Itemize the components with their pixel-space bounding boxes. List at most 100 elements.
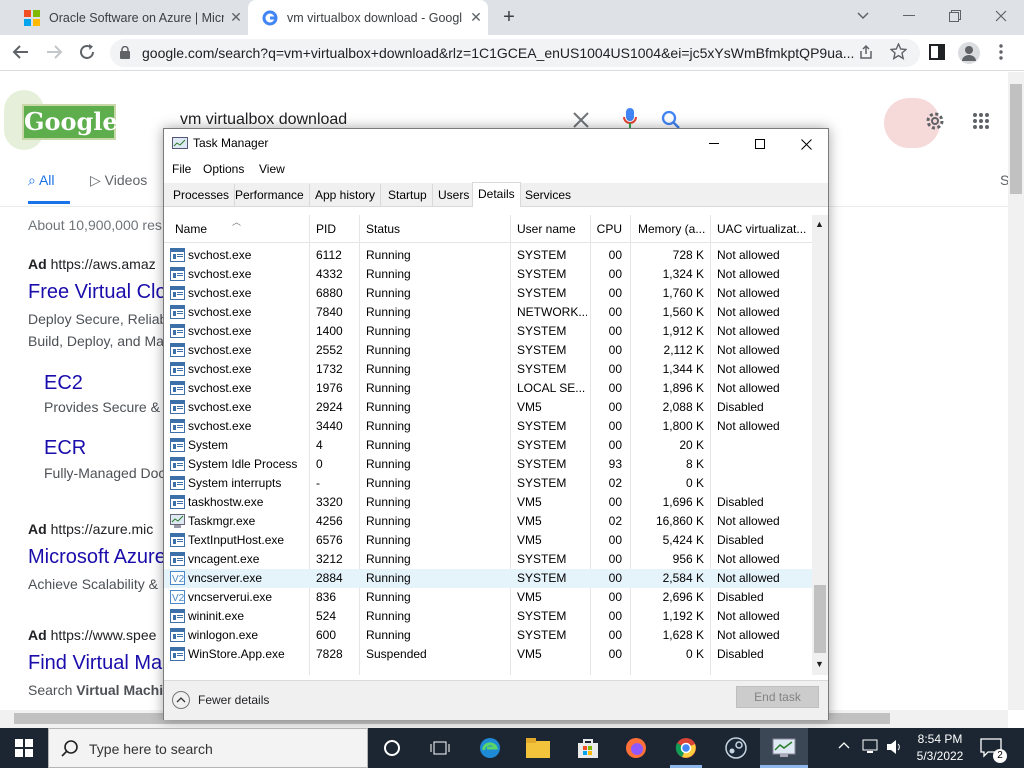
- fewer-details-link[interactable]: Fewer details: [198, 693, 269, 707]
- close-tab-icon[interactable]: ✕: [464, 9, 488, 26]
- col-header-cpu[interactable]: CPU: [592, 215, 622, 243]
- lock-icon[interactable]: [120, 46, 130, 59]
- tm-close-icon[interactable]: [783, 129, 829, 159]
- nav-tab-videos[interactable]: ▷ Videos: [90, 172, 147, 189]
- network-icon[interactable]: [862, 739, 880, 755]
- result-title[interactable]: Free Virtual Clo: [28, 281, 167, 304]
- col-header-uac[interactable]: UAC virtualizat...: [717, 215, 812, 243]
- table-row[interactable]: svchost.exe 7840 Running NETWORK... 00 1,560 …: [164, 303, 812, 322]
- table-row[interactable]: wininit.exe 524 Running SYSTEM 00 1,192 K Not …: [164, 607, 812, 626]
- table-row[interactable]: svchost.exe 2924 Running VM5 00 2,088 K Disabl…: [164, 398, 812, 417]
- search-icon[interactable]: [661, 110, 681, 130]
- menu-view[interactable]: View: [259, 162, 285, 176]
- tab-search-icon[interactable]: [840, 0, 886, 32]
- menu-options[interactable]: Options: [203, 162, 244, 176]
- tab-performance[interactable]: Performance: [230, 184, 310, 206]
- table-row[interactable]: System Idle Process 0 Running SYSTEM 93 8 K: [164, 455, 812, 474]
- clock-time[interactable]: 8:54 PM: [916, 732, 964, 746]
- table-row[interactable]: svchost.exe 6112 Running SYSTEM 00 728 K Not a…: [164, 246, 812, 265]
- reload-icon[interactable]: [78, 43, 96, 61]
- cortana-icon[interactable]: [368, 728, 416, 768]
- task-view-icon[interactable]: [416, 728, 464, 768]
- table-row[interactable]: Taskmgr.exe 4256 Running VM5 02 16,860 K Not a…: [164, 512, 812, 531]
- taskbar-task-manager-icon[interactable]: [760, 728, 808, 768]
- tab-processes[interactable]: Processes: [168, 184, 236, 206]
- microsoft-store-icon[interactable]: [564, 728, 612, 768]
- table-row[interactable]: svchost.exe 4332 Running SYSTEM 00 1,324 K Not…: [164, 265, 812, 284]
- tm-minimize-icon[interactable]: [691, 129, 737, 159]
- table-row[interactable]: vncagent.exe 3212 Running SYSTEM 00 956 K Not …: [164, 550, 812, 569]
- collapse-chevron-icon[interactable]: [172, 691, 190, 709]
- col-header-status[interactable]: Status: [366, 215, 506, 243]
- back-icon[interactable]: [12, 43, 30, 61]
- page-scrollbar-thumb[interactable]: [1010, 84, 1022, 194]
- tab-app-history[interactable]: App history: [310, 184, 382, 206]
- close-tab-icon[interactable]: ✕: [224, 9, 248, 26]
- col-header-name[interactable]: Name: [175, 215, 305, 243]
- page-scrollbar[interactable]: [1008, 72, 1024, 710]
- table-row[interactable]: svchost.exe 1732 Running SYSTEM 00 1,344 K Not…: [164, 360, 812, 379]
- steam-icon[interactable]: [712, 728, 760, 768]
- chrome-menu-icon[interactable]: [998, 44, 1004, 60]
- table-row[interactable]: svchost.exe 6880 Running SYSTEM 00 1,760 K Not…: [164, 284, 812, 303]
- browser-tab-google[interactable]: vm virtualbox download - Googl ✕: [248, 0, 488, 35]
- bookmark-star-icon[interactable]: [890, 43, 907, 60]
- restore-icon[interactable]: [932, 0, 978, 32]
- windows-start-icon[interactable]: [0, 728, 48, 768]
- tab-details[interactable]: Details: [472, 182, 521, 207]
- google-logo[interactable]: Google: [22, 104, 118, 140]
- table-row[interactable]: svchost.exe 2552 Running SYSTEM 00 2,112 K Not…: [164, 341, 812, 360]
- table-row[interactable]: svchost.exe 1400 Running SYSTEM 00 1,912 K Not…: [164, 322, 812, 341]
- clear-search-icon[interactable]: [572, 111, 590, 129]
- col-header-user[interactable]: User name: [517, 215, 589, 243]
- edge-icon[interactable]: [466, 728, 514, 768]
- table-row[interactable]: V2 vncserverui.exe 836 Running VM5 00 2,696 K D…: [164, 588, 812, 607]
- chrome-icon[interactable]: [662, 728, 710, 768]
- col-header-pid[interactable]: PID: [316, 215, 356, 243]
- tab-startup[interactable]: Startup: [383, 184, 433, 206]
- table-row[interactable]: svchost.exe 3440 Running SYSTEM 00 1,800 K Not…: [164, 417, 812, 436]
- search-query[interactable]: vm virtualbox download: [180, 111, 347, 129]
- table-row[interactable]: svchost.exe 1976 Running LOCAL SE... 00 1,896…: [164, 379, 812, 398]
- minimize-icon[interactable]: [886, 0, 932, 32]
- table-row[interactable]: TextInputHost.exe 6576 Running VM5 00 5,424 K…: [164, 531, 812, 550]
- new-tab-icon[interactable]: +: [498, 6, 520, 28]
- sitelink-title[interactable]: ECR: [44, 437, 86, 460]
- taskbar-search-box[interactable]: Type here to search: [48, 728, 368, 768]
- table-row[interactable]: WinStore.App.exe 7828 Suspended VM5 00 0 K Dis…: [164, 645, 812, 664]
- tray-chevron-icon[interactable]: [838, 740, 850, 750]
- table-row[interactable]: V2 vncserver.exe 2884 Running SYSTEM 00 2,584 …: [164, 569, 812, 588]
- file-explorer-icon[interactable]: [514, 728, 562, 768]
- menu-file[interactable]: File: [172, 162, 191, 176]
- table-row[interactable]: winlogon.exe 600 Running SYSTEM 00 1,628 K Not…: [164, 626, 812, 645]
- close-window-icon[interactable]: [978, 0, 1024, 32]
- col-header-memory[interactable]: Memory (a...: [638, 215, 708, 243]
- scroll-down-icon[interactable]: ▼: [815, 659, 824, 669]
- result-title[interactable]: Find Virtual Ma: [28, 652, 162, 675]
- settings-gear-icon[interactable]: [924, 110, 946, 132]
- nav-tab-all[interactable]: ⌕ All: [28, 172, 55, 189]
- browser-tab-oracle[interactable]: Oracle Software on Azure | Micro ✕: [10, 0, 248, 35]
- scroll-up-icon[interactable]: ▲: [815, 219, 824, 229]
- result-title[interactable]: Microsoft Azure: [28, 546, 166, 569]
- apps-grid-icon[interactable]: [972, 112, 990, 130]
- volume-icon[interactable]: [886, 739, 904, 755]
- table-row[interactable]: System interrupts - Running SYSTEM 02 0 K: [164, 474, 812, 493]
- tm-vertical-scrollbar[interactable]: ▲ ▼: [812, 215, 828, 675]
- tab-services[interactable]: Services: [520, 184, 576, 206]
- clock-date[interactable]: 5/3/2022: [916, 749, 964, 763]
- url-text[interactable]: google.com/search?q=vm+virtualbox+downlo…: [142, 45, 854, 61]
- voice-search-icon[interactable]: [623, 108, 637, 130]
- profile-avatar-icon[interactable]: [958, 42, 980, 64]
- table-row[interactable]: System 4 Running SYSTEM 00 20 K: [164, 436, 812, 455]
- table-row[interactable]: taskhostw.exe 3320 Running VM5 00 1,696 K Disa…: [164, 493, 812, 512]
- sitelink-title[interactable]: EC2: [44, 372, 83, 395]
- firefox-icon[interactable]: [612, 728, 660, 768]
- tab-users[interactable]: Users: [433, 184, 476, 206]
- end-task-button[interactable]: End task: [736, 686, 819, 708]
- share-icon[interactable]: [858, 44, 874, 60]
- tm-maximize-icon[interactable]: [737, 129, 783, 159]
- tm-scrollbar-thumb[interactable]: [814, 585, 826, 653]
- side-panel-icon[interactable]: [929, 44, 945, 60]
- forward-icon[interactable]: [45, 43, 63, 61]
